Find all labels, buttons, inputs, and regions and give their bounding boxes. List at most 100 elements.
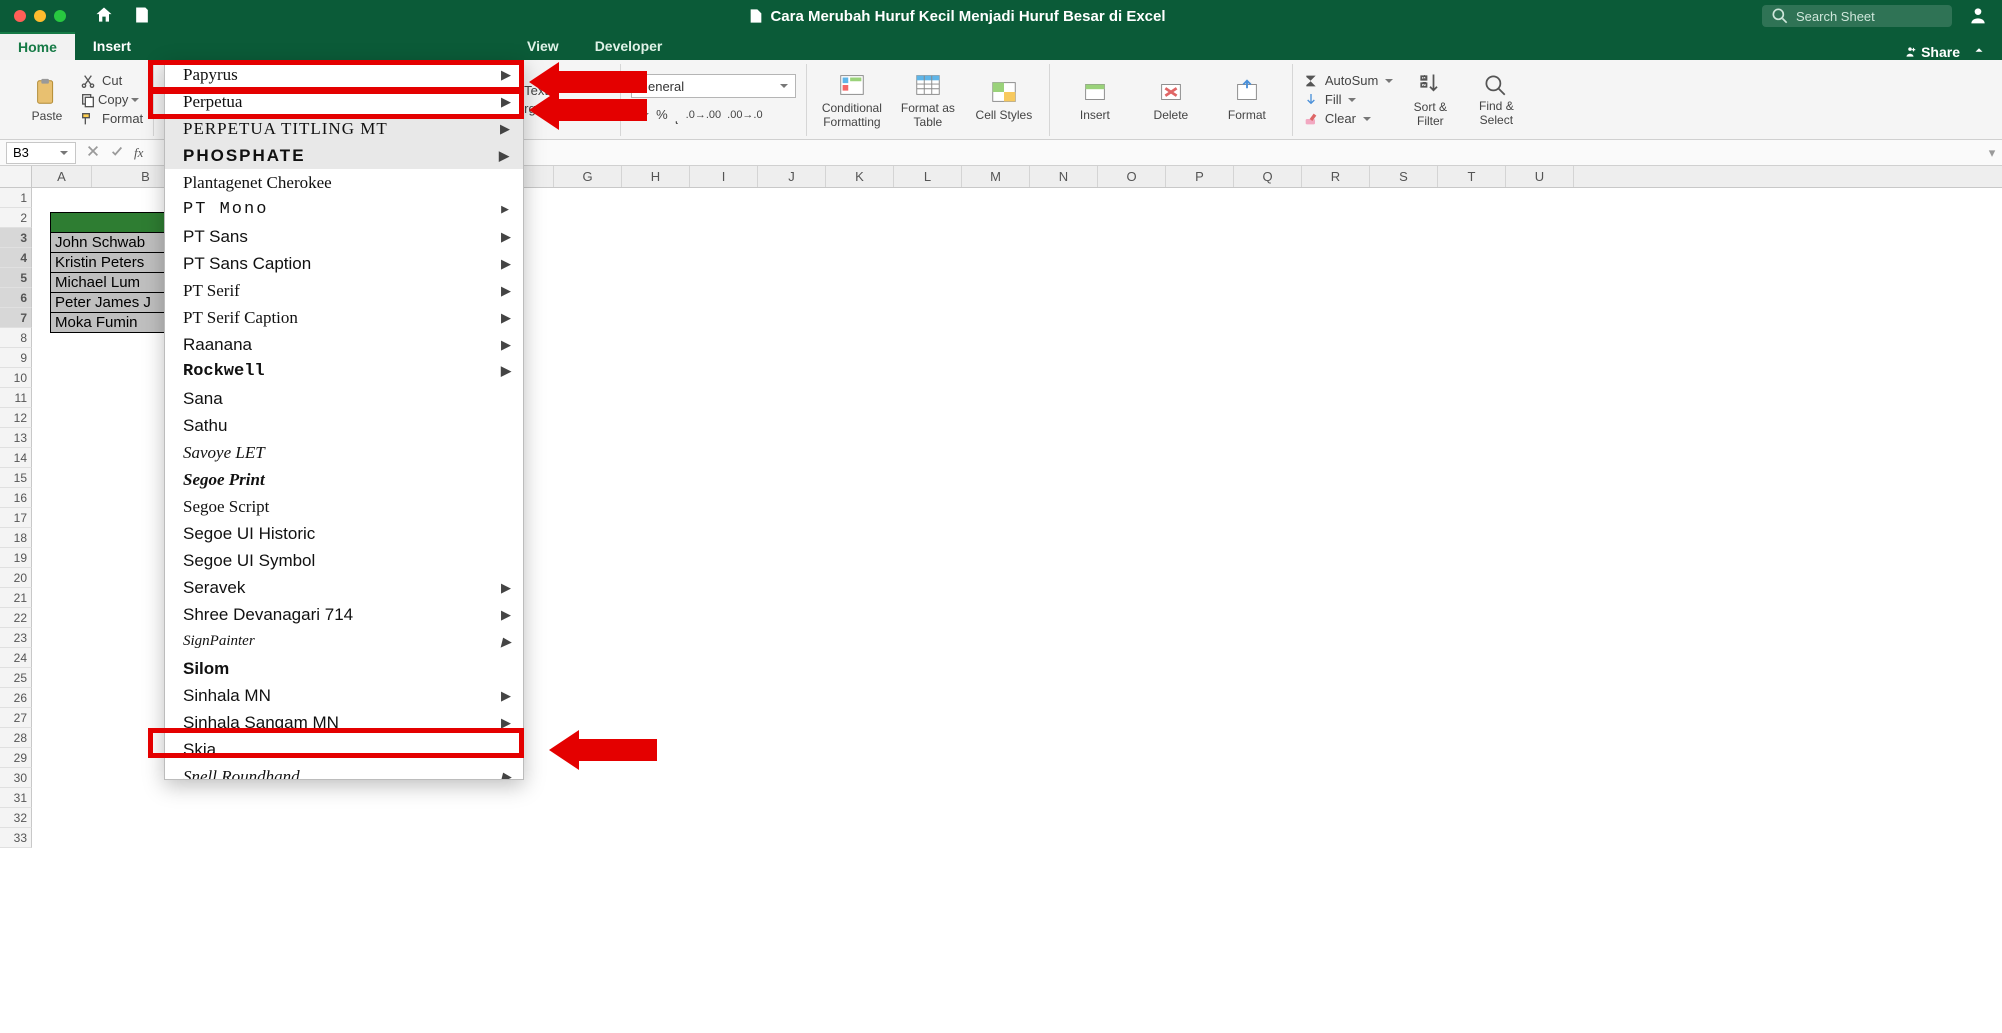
font-item[interactable]: Segoe UI Symbol	[165, 547, 523, 574]
cancel-formula-icon[interactable]	[86, 144, 100, 161]
row-header[interactable]: 4	[0, 248, 32, 268]
font-item[interactable]: Plantagenet Cherokee	[165, 169, 523, 196]
column-header[interactable]: J	[758, 166, 826, 187]
row-header[interactable]: 15	[0, 468, 32, 488]
row-header[interactable]: 18	[0, 528, 32, 548]
column-header[interactable]: G	[554, 166, 622, 187]
column-header[interactable]: P	[1166, 166, 1234, 187]
minimize-window-button[interactable]	[34, 10, 46, 22]
font-item[interactable]: Raanana▶	[165, 331, 523, 358]
font-item[interactable]: Sinhala Sangam MN▶	[165, 709, 523, 736]
font-item[interactable]: PT Mono▶	[165, 196, 523, 223]
conditional-formatting-button[interactable]: Conditional Formatting	[817, 70, 887, 128]
zoom-window-button[interactable]	[54, 10, 66, 22]
font-item[interactable]: Sana	[165, 385, 523, 412]
search-sheet-input[interactable]: Search Sheet	[1762, 5, 1952, 27]
font-item[interactable]: Perpetua▶	[165, 88, 523, 115]
row-header[interactable]: 9	[0, 348, 32, 368]
row-header[interactable]: 6	[0, 288, 32, 308]
row-header[interactable]: 11	[0, 388, 32, 408]
row-header[interactable]: 33	[0, 828, 32, 848]
cut-button[interactable]: Cut	[80, 73, 143, 89]
cell-styles-button[interactable]: Cell Styles	[969, 77, 1039, 122]
font-item[interactable]: SignPainter▶	[165, 628, 523, 655]
column-header[interactable]: S	[1370, 166, 1438, 187]
row-header[interactable]: 22	[0, 608, 32, 628]
font-item[interactable]: Silom	[165, 655, 523, 682]
column-header[interactable]: R	[1302, 166, 1370, 187]
wrap-text-button[interactable]: Text	[524, 83, 610, 98]
column-header[interactable]: M	[962, 166, 1030, 187]
font-dropdown[interactable]: Papyrus▶Perpetua▶PERPETUA TITLING MT▶PHO…	[164, 60, 524, 780]
font-item[interactable]: Segoe Print	[165, 466, 523, 493]
font-item[interactable]: Papyrus▶	[165, 61, 523, 88]
column-header[interactable]: A	[32, 166, 92, 187]
font-item[interactable]: Shree Devanagari 714▶	[165, 601, 523, 628]
merge-center-button[interactable]: rge & Center	[524, 101, 610, 116]
row-header[interactable]: 2	[0, 208, 32, 228]
row-header[interactable]: 17	[0, 508, 32, 528]
row-header[interactable]: 5	[0, 268, 32, 288]
row-header[interactable]: 20	[0, 568, 32, 588]
font-item[interactable]: PT Serif Caption▶	[165, 304, 523, 331]
row-header[interactable]: 3	[0, 228, 32, 248]
font-item[interactable]: PT Sans▶	[165, 223, 523, 250]
row-header[interactable]: 32	[0, 808, 32, 828]
find-select-button[interactable]: Find & Select	[1466, 72, 1526, 126]
comma-button[interactable]: ͺ	[674, 104, 680, 125]
sort-filter-button[interactable]: AZ Sort & Filter	[1400, 71, 1460, 127]
row-header[interactable]: 27	[0, 708, 32, 728]
tab-developer[interactable]: Developer	[577, 32, 681, 60]
row-header[interactable]: 23	[0, 628, 32, 648]
fill-button[interactable]: Fill	[1303, 92, 1394, 108]
delete-cells-button[interactable]: Delete	[1136, 77, 1206, 122]
format-as-table-button[interactable]: Format as Table	[893, 70, 963, 128]
row-header[interactable]: 28	[0, 728, 32, 748]
font-item[interactable]: Sinhala MN▶	[165, 682, 523, 709]
row-header[interactable]: 21	[0, 588, 32, 608]
font-item[interactable]: Sathu	[165, 412, 523, 439]
column-header[interactable]: O	[1098, 166, 1166, 187]
currency-button[interactable]: $	[631, 104, 650, 125]
clear-button[interactable]: Clear	[1303, 111, 1394, 127]
column-header[interactable]: K	[826, 166, 894, 187]
column-header[interactable]: U	[1506, 166, 1574, 187]
home-icon[interactable]	[94, 5, 114, 28]
row-header[interactable]: 14	[0, 448, 32, 468]
row-header[interactable]: 16	[0, 488, 32, 508]
collapse-ribbon-icon[interactable]	[1972, 43, 1986, 60]
row-header[interactable]: 8	[0, 328, 32, 348]
decrease-decimal-button[interactable]: .00→.0	[727, 104, 762, 125]
font-item[interactable]: PT Sans Caption▶	[165, 250, 523, 277]
close-window-button[interactable]	[14, 10, 26, 22]
format-cells-button[interactable]: Format	[1212, 77, 1282, 122]
tab-insert[interactable]: Insert	[75, 32, 149, 60]
font-item[interactable]: Segoe UI Historic	[165, 520, 523, 547]
paste-button[interactable]: Paste	[20, 77, 74, 123]
column-header[interactable]: Q	[1234, 166, 1302, 187]
row-header[interactable]: 24	[0, 648, 32, 668]
column-header[interactable]: N	[1030, 166, 1098, 187]
row-header[interactable]: 30	[0, 768, 32, 788]
save-icon[interactable]	[132, 5, 152, 28]
font-item[interactable]: Savoye LET	[165, 439, 523, 466]
font-item[interactable]: PHOSPHATE▶	[165, 142, 523, 169]
row-header[interactable]: 10	[0, 368, 32, 388]
select-all-corner[interactable]	[0, 166, 32, 187]
increase-decimal-button[interactable]: .0→.00	[686, 104, 721, 125]
font-item[interactable]: Seravek▶	[165, 574, 523, 601]
row-header[interactable]: 7	[0, 308, 32, 328]
font-item[interactable]: PT Serif▶	[165, 277, 523, 304]
row-header[interactable]: 25	[0, 668, 32, 688]
format-painter-button[interactable]: Format	[80, 111, 143, 127]
row-header[interactable]: 1	[0, 188, 32, 208]
name-box[interactable]: B3	[6, 142, 76, 164]
tab-home[interactable]: Home	[0, 32, 75, 60]
tab-view[interactable]: View	[509, 32, 577, 60]
insert-cells-button[interactable]: Insert	[1060, 77, 1130, 122]
row-header[interactable]: 12	[0, 408, 32, 428]
expand-formula-bar-icon[interactable]: ▾	[1982, 145, 2002, 161]
copy-button[interactable]: Copy	[80, 92, 143, 108]
column-header[interactable]: T	[1438, 166, 1506, 187]
column-header[interactable]: H	[622, 166, 690, 187]
